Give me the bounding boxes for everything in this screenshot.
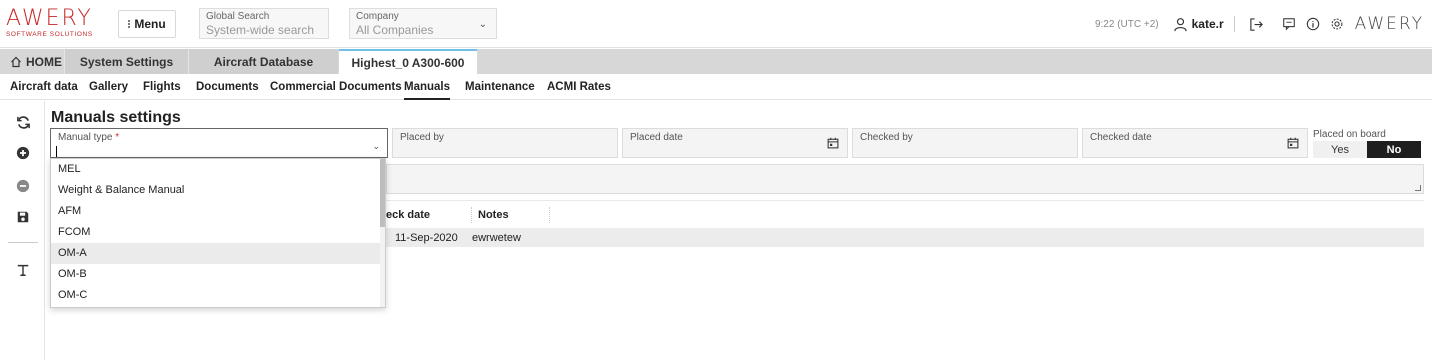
logo-word: AWERY	[6, 6, 93, 31]
checked-date-label: Checked date	[1090, 132, 1152, 143]
subnav-aircraft-data[interactable]: Aircraft data	[10, 74, 78, 100]
menu-label: Menu	[134, 17, 166, 31]
option-fcom[interactable]: FCOM	[51, 222, 385, 243]
tab-active-aircraft[interactable]: Highest_0 A300-600	[339, 49, 477, 74]
vertical-dots-icon	[128, 20, 131, 28]
required-mark: *	[115, 132, 120, 143]
top-bar: AWERY SOFTWARE SOLUTIONS Menu Global Sea…	[0, 0, 1432, 48]
calendar-icon[interactable]	[1287, 137, 1299, 149]
column-check-date[interactable]: eck date	[386, 206, 472, 223]
subnav-acmi-rates[interactable]: ACMI Rates	[547, 74, 611, 100]
chevron-down-icon: ⌄	[478, 19, 487, 30]
placed-by-field[interactable]: Placed by	[392, 128, 618, 158]
manual-type-label: Manual type *	[58, 132, 120, 143]
tab-home-label: HOME	[26, 54, 62, 69]
placed-on-board-label: Placed on board	[1313, 129, 1386, 140]
manuals-grid: eck date Notes 11-Sep-2020 ewrwetew	[386, 200, 1424, 247]
text-cursor	[56, 146, 57, 157]
subnav-commercial-documents[interactable]: Commercial Documents	[270, 74, 402, 100]
gear-icon[interactable]	[1329, 16, 1345, 32]
user-icon	[1173, 17, 1187, 31]
add-circle-icon[interactable]	[14, 144, 32, 162]
option-om-b[interactable]: OM-B	[51, 264, 385, 285]
placed-date-label: Placed date	[630, 132, 683, 143]
sub-navigation: Aircraft data Gallery Flights Documents …	[0, 74, 1432, 100]
refresh-icon[interactable]	[14, 113, 32, 131]
clock-time: 9:22 (UTC +2)	[1094, 18, 1159, 30]
global-search-label: Global Search	[206, 11, 270, 22]
checked-by-field[interactable]: Checked by	[852, 128, 1078, 158]
chevron-down-icon: ⌄	[372, 141, 380, 151]
divider	[1233, 16, 1235, 32]
logout-icon[interactable]	[1249, 16, 1265, 32]
option-om-a[interactable]: OM-A	[51, 243, 385, 264]
logo-subtitle: SOFTWARE SOLUTIONS	[6, 31, 93, 38]
company-value: All Companies	[356, 23, 434, 37]
username: kate.r	[1191, 17, 1224, 31]
menu-button[interactable]: Menu	[118, 10, 176, 38]
page-title: Manuals settings	[51, 109, 181, 126]
tabs-bar: HOME System Settings Aircraft Database H…	[0, 49, 1432, 74]
dropdown-scrollbar[interactable]	[380, 159, 385, 307]
toolbar-divider	[8, 242, 38, 243]
tab-system-settings[interactable]: System Settings	[64, 49, 188, 74]
info-icon[interactable]	[1305, 16, 1321, 32]
tab-home[interactable]: HOME	[0, 49, 64, 74]
scrollbar-thumb[interactable]	[380, 159, 385, 227]
user-menu[interactable]: kate.r	[1173, 17, 1224, 32]
manual-type-select[interactable]: Manual type * ⌄	[50, 128, 388, 158]
subnav-gallery[interactable]: Gallery	[89, 74, 128, 100]
global-search-placeholder: System-wide search	[206, 23, 315, 37]
chat-icon[interactable]	[1281, 16, 1297, 32]
company-select[interactable]: Company All Companies ⌄	[349, 8, 497, 39]
subnav-maintenance[interactable]: Maintenance	[465, 74, 535, 100]
home-icon	[11, 56, 21, 67]
cell-check-date: 11-Sep-2020	[395, 231, 458, 244]
placed-by-label: Placed by	[400, 132, 444, 143]
remove-circle-icon[interactable]	[14, 177, 32, 195]
subnav-documents[interactable]: Documents	[196, 74, 259, 100]
grid-header: eck date Notes	[386, 200, 1424, 228]
left-toolbar	[0, 101, 45, 360]
resize-handle-icon[interactable]	[1415, 185, 1421, 191]
no-option[interactable]: No	[1367, 141, 1421, 158]
company-label: Company	[356, 11, 399, 22]
brand-logo: AWERY	[1354, 14, 1424, 34]
text-format-icon[interactable]	[14, 261, 32, 279]
placed-date-field[interactable]: Placed date	[622, 128, 848, 158]
placed-on-board-toggle: Placed on board Yes No	[1313, 129, 1421, 158]
column-notes[interactable]: Notes	[472, 206, 550, 223]
option-weight-balance-manual[interactable]: Weight & Balance Manual	[51, 180, 385, 201]
awery-logo[interactable]: AWERY SOFTWARE SOLUTIONS	[6, 6, 93, 39]
checked-date-field[interactable]: Checked date	[1082, 128, 1308, 158]
subnav-flights[interactable]: Flights	[143, 74, 181, 100]
manual-type-dropdown: MEL Weight & Balance Manual AFM FCOM OM-…	[50, 158, 386, 308]
option-mel[interactable]: MEL	[51, 159, 385, 180]
subnav-manuals[interactable]: Manuals	[404, 74, 451, 100]
tab-aircraft-database[interactable]: Aircraft Database	[188, 49, 338, 74]
option-afm[interactable]: AFM	[51, 201, 385, 222]
global-search-input[interactable]: Global Search System-wide search	[199, 8, 329, 39]
notes-textarea[interactable]	[386, 164, 1424, 194]
table-row[interactable]: 11-Sep-2020 ewrwetew	[386, 228, 1424, 247]
save-icon[interactable]	[14, 208, 32, 226]
checked-by-label: Checked by	[860, 132, 913, 143]
calendar-icon[interactable]	[827, 137, 839, 149]
cell-notes: ewrwetew	[472, 231, 521, 244]
option-om-c[interactable]: OM-C	[51, 285, 385, 306]
yes-option[interactable]: Yes	[1313, 141, 1367, 158]
